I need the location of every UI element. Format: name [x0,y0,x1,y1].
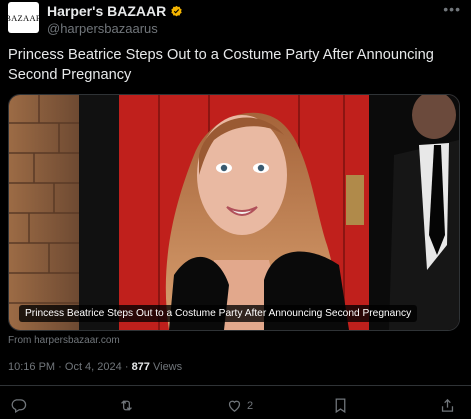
bookmark-icon [335,398,346,414]
like-count: 2 [247,399,254,412]
action-bar: 2 [0,397,471,417]
divider [0,385,471,386]
repost-button[interactable] [118,397,139,414]
tweet-header: BAZAAR Harper's BAZAAR @harpersbazaarus … [8,1,463,37]
author-name-row: Harper's BAZAAR [47,3,183,19]
reply-button[interactable] [10,397,31,414]
avatar[interactable]: BAZAAR [8,2,39,33]
author-display-name[interactable]: Harper's BAZAAR [47,3,166,19]
tweet-date[interactable]: Oct 4, 2024 [65,361,122,373]
like-button[interactable]: 2 [226,397,253,414]
tweet-time[interactable]: 10:16 PM [8,361,55,373]
heart-icon [228,400,241,412]
author-handle[interactable]: @harpersbazaarus [47,21,158,36]
avatar-logo-text: BAZAAR [8,12,39,23]
views-count: 877 [131,361,150,373]
bookmark-button[interactable] [332,397,353,414]
more-options-icon[interactable]: ••• [443,1,461,17]
meta-separator: · [124,361,129,373]
share-button[interactable] [439,397,456,414]
media-caption: Princess Beatrice Steps Out to a Costume… [19,305,418,322]
verified-badge-icon [171,5,182,16]
share-icon [441,398,454,412]
link-source[interactable]: From harpersbazaar.com [8,335,120,346]
photo-illustration [9,95,459,330]
repost-icon [121,400,132,411]
tweet-meta: 10:16 PM · Oct 4, 2024 · 877 Views [8,361,182,373]
views-label: Views [152,361,183,373]
meta-separator: · [58,361,62,373]
reply-icon [11,399,27,414]
tweet-media-image[interactable]: Princess Beatrice Steps Out to a Costume… [8,94,460,331]
tweet-text: Princess Beatrice Steps Out to a Costume… [8,47,434,83]
